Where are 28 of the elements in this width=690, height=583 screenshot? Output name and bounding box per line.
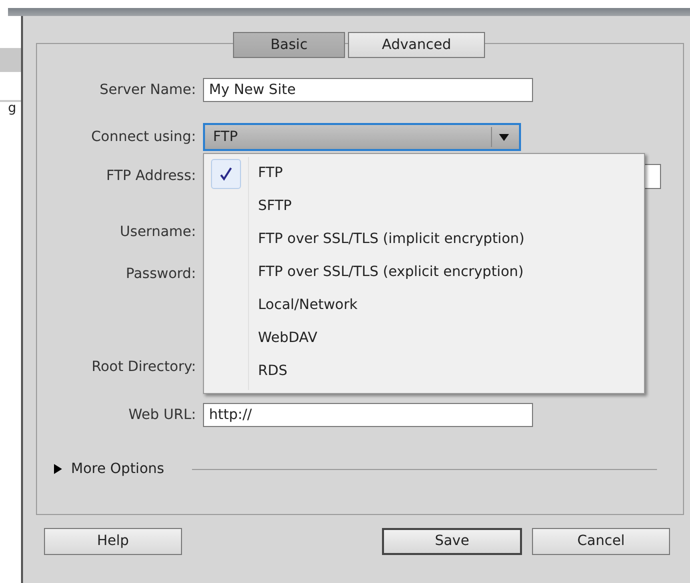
dropdown-caret-icon — [499, 134, 509, 140]
dropdown-option[interactable]: Local/Network — [204, 289, 644, 322]
field-label: Server Name: — [98, 80, 197, 100]
field-label: FTP Address: — [105, 166, 197, 186]
dropdown-option[interactable]: RDS — [204, 355, 644, 388]
dropdown-option[interactable]: FTP over SSL/TLS (implicit encryption) — [204, 223, 644, 256]
tab[interactable]: Basic — [233, 32, 345, 58]
dialog-button[interactable]: Save — [382, 528, 522, 555]
field-label: Password: — [124, 264, 197, 284]
field-label: Username: — [118, 222, 197, 242]
dropdown-option[interactable]: FTP — [204, 157, 644, 190]
dropdown-option[interactable]: WebDAV — [204, 322, 644, 355]
select-dropdown[interactable]: FTP — [203, 123, 521, 151]
input-field[interactable]: My New Site — [203, 78, 533, 102]
panel-label: g — [8, 102, 16, 116]
field-label: Root Directory: — [90, 358, 197, 376]
tab[interactable]: Advanced — [348, 32, 485, 58]
input-field[interactable]: http:// — [203, 403, 533, 427]
dialog-button[interactable]: Help — [44, 528, 182, 555]
checkmark-icon — [211, 158, 241, 188]
dropdown-option[interactable]: SFTP — [204, 190, 644, 223]
field-label: Connect using: — [90, 128, 197, 146]
more-options-toggle[interactable]: More Options — [54, 458, 164, 480]
dropdown-option[interactable]: FTP over SSL/TLS (explicit encryption) — [204, 256, 644, 289]
collapsed-triangle-icon — [54, 464, 62, 474]
field-label: Web URL: — [128, 406, 197, 424]
panel-header — [0, 48, 21, 72]
dialog-button[interactable]: Cancel — [532, 528, 670, 555]
